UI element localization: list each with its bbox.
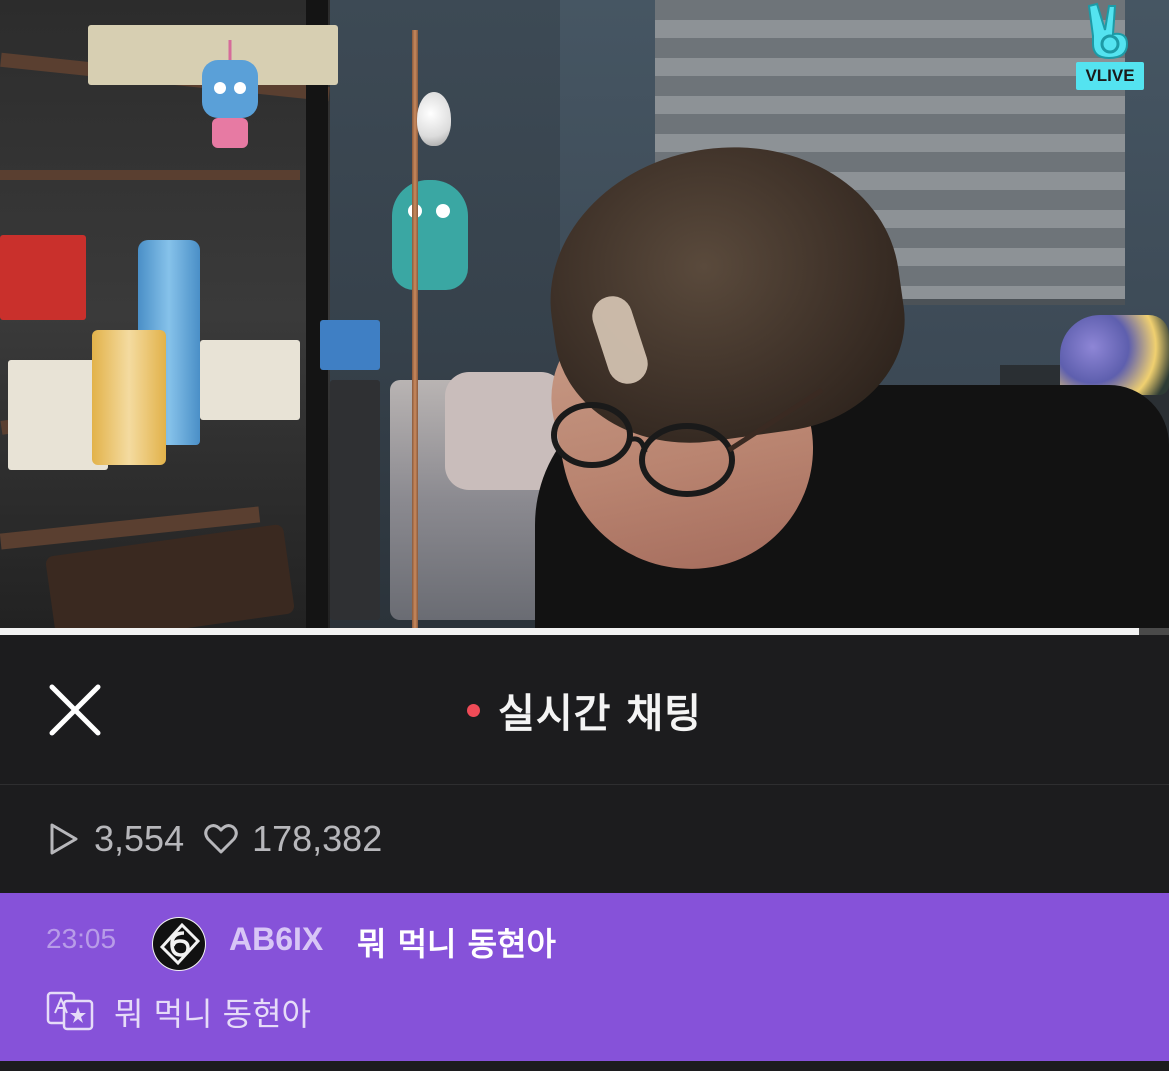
bead-keychain — [202, 40, 258, 148]
video-progress-bar[interactable] — [0, 628, 1169, 635]
chat-message[interactable]: 23:05 AB6IX 뭐 먹니 동현아 뭐 먹니 동현아 — [0, 893, 1169, 1061]
chat-header: 실시간 채팅 — [0, 635, 1169, 785]
avatar[interactable] — [152, 917, 206, 971]
play-icon — [50, 823, 78, 855]
play-count: 3,554 — [94, 818, 185, 859]
progress-fill — [0, 628, 1139, 635]
victory-hand-icon — [1087, 2, 1129, 60]
message-time: 23:05 — [46, 923, 117, 954]
chat-title: 실시간 채팅 — [498, 691, 702, 737]
vlive-logo: VLIVE — [1076, 0, 1144, 92]
close-icon — [49, 684, 101, 736]
like-count: 178,382 — [252, 818, 383, 859]
light-bulb — [417, 92, 451, 146]
vlive-app: VLIVE 실시간 채팅 3,554 178,382 23:05 AB6IX 뭐… — [0, 0, 1169, 1071]
live-indicator-dot — [467, 703, 481, 717]
flower-bouquet — [1060, 315, 1169, 395]
ab6ix-logo-icon — [153, 918, 205, 970]
message-text: 뭐 먹니 동현아 — [357, 925, 556, 963]
jar — [92, 330, 166, 465]
vlive-logo-text: VLIVE — [1076, 62, 1144, 90]
translate-icon[interactable] — [46, 991, 94, 1031]
message-author[interactable]: AB6IX — [229, 921, 323, 958]
close-button[interactable] — [44, 679, 106, 741]
message-translation: 뭐 먹니 동현아 — [114, 995, 311, 1033]
heart-icon — [204, 824, 238, 854]
stats-bar: 3,554 178,382 — [0, 786, 1169, 892]
glasses — [551, 387, 824, 497]
plush-toy — [392, 180, 468, 290]
video-player[interactable]: VLIVE — [0, 0, 1169, 628]
